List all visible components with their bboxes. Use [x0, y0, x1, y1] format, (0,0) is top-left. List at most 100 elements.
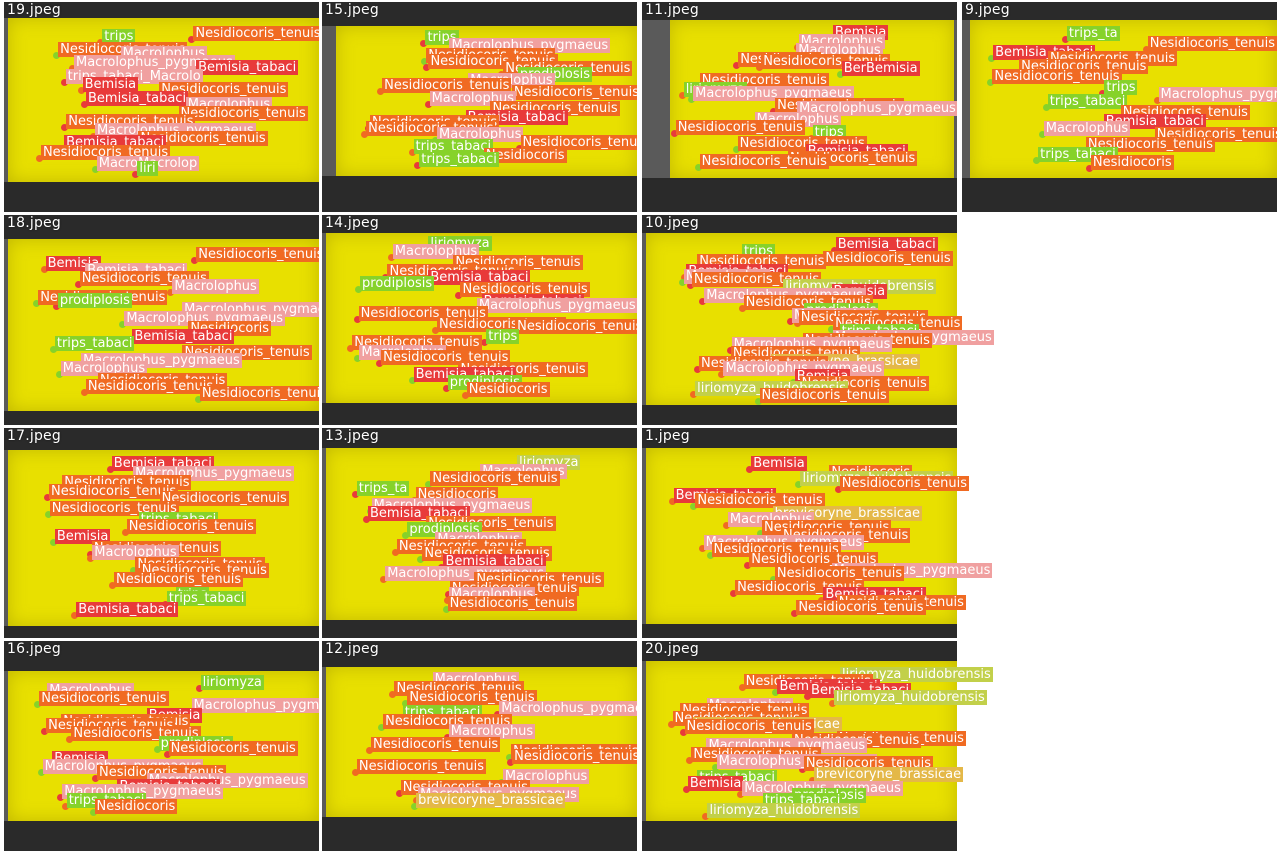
- detection-label: trips: [486, 329, 520, 345]
- detection-label: Nesidiocoris_tenuis: [511, 84, 637, 100]
- dark-background: [4, 626, 319, 638]
- image-tile: 9.jpeg trips_ta Nesidiocoris_tenuis Bemisia…: [962, 2, 1277, 212]
- dark-background: [4, 182, 319, 212]
- tile-filename: 9.jpeg: [965, 2, 1010, 18]
- detection-label: Bemisia: [82, 77, 139, 93]
- detection-label: trips_tabaci: [419, 152, 499, 168]
- detection-label: trips_tabaci: [166, 591, 247, 607]
- detection-label: Nesidiocoris_tenuis: [159, 490, 289, 506]
- detection-label: Nesidiocoris_tenuis: [515, 318, 637, 334]
- dark-background: [642, 405, 957, 425]
- detection-label: trips_tabaci: [54, 336, 135, 352]
- detection-label: Nesidiocoris_tenuis: [430, 471, 560, 487]
- detection-label: Macrolophus: [172, 278, 259, 294]
- tile-filename: 15.jpeg: [325, 2, 379, 18]
- tile-filename: 11.jpeg: [645, 2, 699, 18]
- detection-label: Nesidiocoris_tenuis: [839, 476, 969, 492]
- detection-label: Nesidiocoris_tenuisNesidiocoris_tenuis: [193, 26, 319, 42]
- dark-background: [642, 624, 957, 638]
- image-tile: 11.jpeg Bemisia Macrolophus Macrolophus Nesi…: [642, 2, 957, 212]
- dark-background: [322, 176, 637, 212]
- detection-label: Macrolophus_pygmaeus: [499, 700, 637, 716]
- detection-label: prodiplosis: [360, 275, 435, 291]
- dark-background: [4, 821, 319, 851]
- detection-label: Bemisia_tabaci: [132, 328, 235, 344]
- detection-label: Bemisia_tabaci: [835, 237, 938, 253]
- detection-label: Nesidiocoris_tenuis: [684, 718, 814, 734]
- detection-label: trips_tabaci: [1047, 93, 1128, 109]
- tile-filename: 14.jpeg: [325, 215, 379, 231]
- image-tile: 20.jpeg liriomyza_huidobrensis Nesidiocori…: [642, 641, 993, 851]
- detection-label: BerBemisia: [841, 61, 920, 77]
- tile-filename: 19.jpeg: [7, 2, 61, 18]
- image-tile: 19.jpegNesidiocoris_tenuisNesidiocoris_t…: [4, 2, 319, 212]
- tile-filename: 18.jpeg: [7, 215, 61, 231]
- detection-label: trips_ta: [1066, 26, 1120, 42]
- detection-label: Nesidiocoris_tenuis: [370, 736, 501, 752]
- detection-label: Macrolophus_pygmaeus: [1158, 86, 1277, 102]
- tile-filename: 17.jpeg: [7, 428, 61, 444]
- detection-label: prodiplosis: [57, 293, 132, 309]
- detection-label: Nesidiocoris_tenuis: [512, 749, 637, 765]
- detection-label: Nesidiocoris_tenuis: [113, 572, 244, 588]
- tile-filename: 20.jpeg: [645, 641, 699, 657]
- image-tile: 17.jpeg Bemisia_tabaci Macrolophus_pygmaeu…: [4, 428, 319, 638]
- dark-background: [322, 620, 637, 638]
- detection-label: Nesidiocoris: [466, 382, 550, 398]
- detection-label: Nesidiocoris_tenuis: [992, 68, 1122, 84]
- detection-label: Nesidiocoris_tenuis: [85, 378, 216, 394]
- detection-label: liriomyza_huidobrensis: [834, 690, 987, 706]
- detection-label: Nesidiocoris_tenuis: [39, 691, 169, 707]
- image-tile: 13.jpegliriomyzaMacrolophusNesidiocoris_…: [322, 428, 637, 638]
- detection-label: Bemisia: [687, 776, 744, 792]
- detection-label: trips_ta: [356, 481, 410, 497]
- detection-label: Nesidiocoris_tenuis: [168, 741, 298, 757]
- mosaic-grid: 19.jpegNesidiocoris_tenuisNesidiocoris_t…: [0, 0, 1280, 854]
- detection-label: Nesidiocoris_tenuis: [699, 153, 829, 169]
- detection-label: Nesidiocoris: [94, 798, 178, 814]
- tile-filename: 10.jpeg: [645, 215, 699, 231]
- detection-label: Nesidiocoris_tenuis: [196, 246, 319, 262]
- detection-label: Macrolophus_pygmaeus: [476, 298, 637, 314]
- dark-background: [322, 817, 637, 851]
- image-tile: 1.jpegBemisiaNesidiocorisliriomyza_huido…: [642, 428, 993, 638]
- dark-background: [642, 178, 957, 212]
- detection-label: Nesidiocoris_tenuis: [126, 518, 256, 534]
- dark-background: [4, 411, 319, 425]
- image-tile: 14.jpegliriomyzaMacrolophusNesidiocoris_…: [322, 215, 637, 425]
- detection-label: Nesidiocoris_tenuis: [199, 386, 319, 402]
- tile-filename: 12.jpeg: [325, 641, 379, 657]
- detection-label: Nesidiocoris_tenuis: [1147, 35, 1277, 51]
- detection-label: Nesidiocoris: [1090, 154, 1174, 170]
- image-tile: 18.jpegNesidiocoris_tenuisBemisiaBemisia…: [4, 215, 319, 425]
- detection-label: Macrolophus_pygmaeus: [191, 698, 319, 714]
- detection-label: Macrolophus: [1043, 120, 1131, 136]
- detection-label: liriomyza_huidobrensis: [707, 803, 861, 819]
- detection-label: Nesidiocoris_tenuis: [675, 120, 805, 136]
- detection-label: Nesidiocoris_tenuis: [823, 251, 953, 267]
- detection-label: Bemisia_tabaci: [76, 602, 179, 618]
- detection-label: Nesidiocoris_tenuis: [759, 387, 889, 403]
- dark-background: [322, 403, 637, 425]
- tile-filename: 13.jpeg: [325, 428, 379, 444]
- image-tile: 16.jpeg liriomyza Macrolophus Nesidiocoris_…: [4, 641, 319, 851]
- tile-filename: 16.jpeg: [7, 641, 61, 657]
- image-tile: 10.jpeg Bemisia_tabaci trips Nesidiocoris_t…: [642, 215, 994, 425]
- detection-label: brevicoryne_brassicae: [813, 767, 964, 783]
- detection-label: Nesidiocoris_tenuis: [356, 759, 487, 775]
- detection-label: Bemisia_tabaci: [196, 59, 299, 75]
- detection-label: Nesidiocoris_tenuis: [178, 105, 308, 121]
- image-tile: 12.jpeg Macrolophus Nesidiocoris_tenuis Nes…: [322, 641, 637, 851]
- detection-label: liriomyza: [200, 674, 264, 690]
- detection-label: liri: [137, 161, 158, 177]
- detection-label: Nesidiocoris_tenuis: [447, 596, 577, 612]
- detection-label: Bemisia: [751, 456, 807, 472]
- dark-background: [642, 821, 957, 851]
- detection-label: brevicoryne_brassicae: [416, 792, 566, 808]
- image-tile: 15.jpeg trips Macrolophus_pygmaeus Nesidioc…: [322, 2, 637, 212]
- dark-background: [962, 178, 1277, 212]
- detection-label: Nesidiocoris_tenuis: [796, 600, 926, 616]
- tile-filename: 1.jpeg: [645, 428, 690, 444]
- detection-label: Nesidiocoris_tenuis: [520, 134, 637, 150]
- detection-label: Bemisia_tabaci: [85, 91, 189, 107]
